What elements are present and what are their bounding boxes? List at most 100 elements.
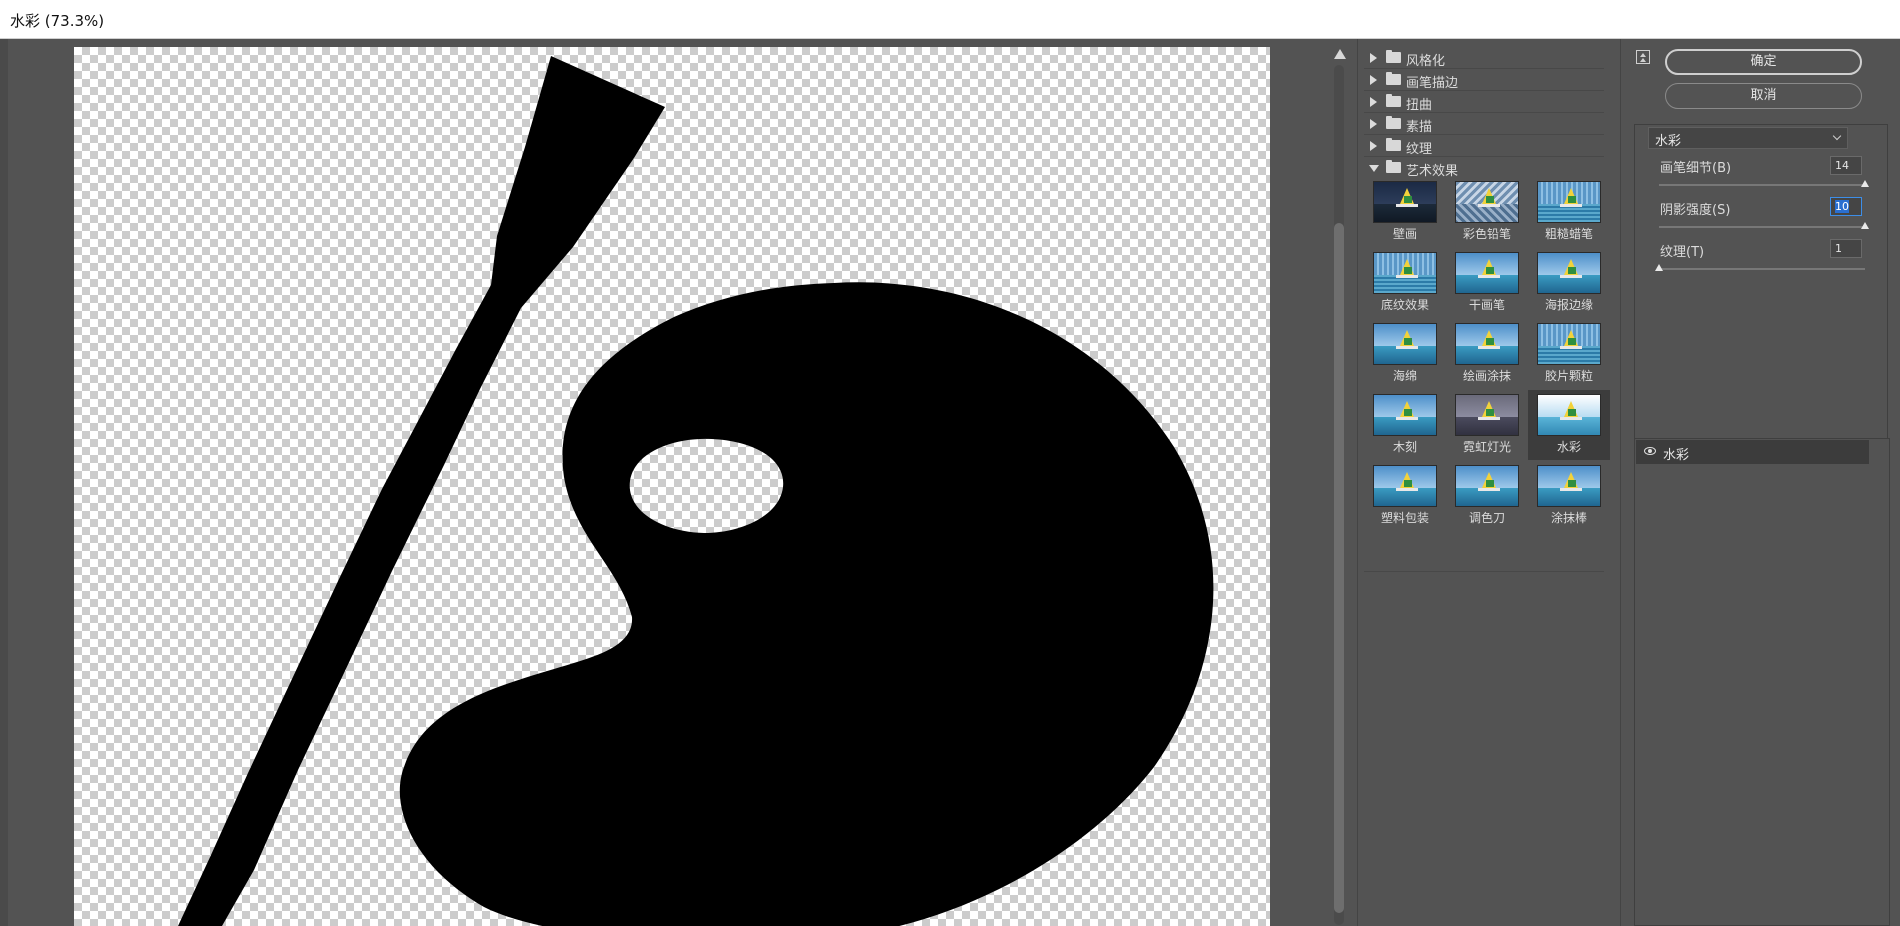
folder-icon (1386, 116, 1401, 129)
filter-preview-image (1373, 394, 1437, 436)
expand-arrow-icon (1370, 75, 1377, 85)
filter-thumb-rough-pastels[interactable]: 粗糙蜡笔 (1528, 177, 1610, 247)
folder-artistic[interactable]: 艺术效果 (1364, 157, 1604, 179)
filter-thumb-dry-brush[interactable]: 干画笔 (1446, 248, 1528, 318)
filter-label: 彩色铅笔 (1462, 227, 1511, 241)
expand-arrow-icon (1370, 141, 1377, 151)
folder-texture[interactable]: 纹理 (1364, 135, 1604, 157)
texture-input[interactable]: 1 (1830, 239, 1862, 258)
filter-label: 绘画涂抹 (1462, 369, 1511, 383)
folder-label: 扭曲 (1406, 98, 1433, 113)
filter-label: 壁画 (1392, 227, 1417, 241)
filter-preview-image (1455, 181, 1519, 223)
slider-knob[interactable] (1861, 222, 1869, 229)
filter-preview-image (1373, 323, 1437, 365)
filter-thumb-palette-knife[interactable]: 调色刀 (1446, 461, 1528, 531)
slider-knob[interactable] (1655, 264, 1663, 271)
filter-label: 木刻 (1392, 440, 1417, 454)
filter-preview-image (1373, 465, 1437, 507)
folder-icon (1386, 50, 1401, 63)
filter-preview-image (1537, 465, 1601, 507)
filter-thumb-cutout[interactable]: 木刻 (1364, 390, 1446, 460)
filter-label: 胶片颗粒 (1544, 369, 1593, 383)
palette-shape (399, 282, 1214, 926)
filter-label: 海绵 (1392, 369, 1417, 383)
folder-icon (1386, 72, 1401, 85)
expand-arrow-icon (1370, 53, 1377, 63)
filter-thumb-neon-glow[interactable]: 霓虹灯光 (1446, 390, 1528, 460)
filter-preview-image (1455, 394, 1519, 436)
artistic-filter-thumbnails: 壁画 彩色铅笔 粗糙蜡笔 底纹效果 干画笔 海报边缘 海绵 绘画涂抹 胶片颗粒 … (1364, 177, 1610, 572)
shadow-intensity-label: 阴影强度(S) (1660, 203, 1731, 218)
effect-layer-row[interactable]: 水彩 (1636, 440, 1869, 464)
filter-preview-image (1373, 252, 1437, 294)
collapse-arrow-icon (1369, 165, 1379, 172)
filter-label: 水彩 (1556, 440, 1581, 454)
effect-layer-label: 水彩 (1663, 448, 1690, 463)
ok-button[interactable]: 确定 (1665, 49, 1862, 75)
filter-preview-image (1373, 181, 1437, 223)
expand-arrow-icon (1370, 97, 1377, 107)
folder-label: 纹理 (1406, 142, 1433, 157)
filter-thumb-underpainting[interactable]: 底纹效果 (1364, 248, 1446, 318)
filter-select[interactable]: 水彩 (1648, 127, 1848, 149)
folder-icon (1386, 94, 1401, 107)
settings-panel: 确定 取消 水彩 画笔细节(B) 14 阴影强度(S) 10 纹理(T) 1 水… (1620, 39, 1900, 926)
palette-artwork (178, 56, 1214, 926)
filter-select-value: 水彩 (1655, 134, 1682, 149)
effect-layers-panel: 水彩 (1634, 438, 1890, 926)
folder-sketch[interactable]: 素描 (1364, 113, 1604, 135)
filter-thumb-film-grain[interactable]: 胶片颗粒 (1528, 319, 1610, 389)
filter-thumb-sponge[interactable]: 海绵 (1364, 319, 1446, 389)
folder-label: 画笔描边 (1406, 76, 1459, 91)
shadow-intensity-slider[interactable] (1659, 222, 1869, 229)
filter-label: 霓虹灯光 (1462, 440, 1511, 454)
folder-distort[interactable]: 扭曲 (1364, 91, 1604, 113)
slider-knob[interactable] (1861, 180, 1869, 187)
filter-thumb-plastic-wrap[interactable]: 塑料包装 (1364, 461, 1446, 531)
filter-thumb-colored-pencil[interactable]: 彩色铅笔 (1446, 177, 1528, 247)
folder-label: 风格化 (1406, 54, 1446, 69)
filter-preview-image (1537, 394, 1601, 436)
filter-thumb-paint-daubs[interactable]: 绘画涂抹 (1446, 319, 1528, 389)
preview-left-strip (0, 39, 8, 926)
filter-preview-image (1455, 252, 1519, 294)
brush-detail-slider[interactable] (1659, 180, 1869, 187)
scroll-up-arrow-icon[interactable] (1334, 49, 1346, 59)
folder-label: 素描 (1406, 120, 1433, 135)
filter-label: 塑料包装 (1380, 511, 1429, 525)
folder-stylize[interactable]: 风格化 (1364, 47, 1604, 69)
filter-label: 粗糙蜡笔 (1544, 227, 1593, 241)
filter-gallery: 风格化 画笔描边 扭曲 素描 纹理 艺术效果 壁画 彩色铅笔 粗糙蜡笔 底纹效果… (1357, 39, 1620, 926)
filter-preview-image (1455, 465, 1519, 507)
folder-icon (1386, 138, 1401, 151)
filter-thumb-poster-edges[interactable]: 海报边缘 (1528, 248, 1610, 318)
texture-slider[interactable] (1655, 264, 1865, 271)
cancel-button[interactable]: 取消 (1665, 83, 1862, 109)
preview-panel[interactable] (0, 39, 1357, 926)
filter-thumb-smudge-stick[interactable]: 涂抹棒 (1528, 461, 1610, 531)
filter-thumb-watercolor[interactable]: 水彩 (1528, 390, 1610, 460)
filter-preview-image (1455, 323, 1519, 365)
filter-thumb-fresco[interactable]: 壁画 (1364, 177, 1446, 247)
preview-canvas[interactable] (74, 47, 1270, 926)
collapse-gallery-icon[interactable] (1636, 50, 1650, 64)
brush-detail-label: 画笔细节(B) (1660, 161, 1732, 176)
shadow-intensity-input[interactable]: 10 (1830, 197, 1862, 216)
scrollbar-thumb[interactable] (1334, 223, 1344, 913)
window-title: 水彩 (73.3%) (10, 12, 105, 30)
brush-detail-value: 14 (1835, 159, 1849, 172)
filter-label: 干画笔 (1468, 298, 1505, 312)
texture-value: 1 (1835, 242, 1842, 255)
texture-label: 纹理(T) (1660, 245, 1705, 260)
shadow-intensity-value: 10 (1835, 200, 1849, 213)
eye-visibility-icon[interactable] (1644, 447, 1656, 455)
chevron-down-icon (1832, 131, 1842, 141)
filter-label: 底纹效果 (1380, 298, 1429, 312)
filter-label: 海报边缘 (1544, 298, 1593, 312)
expand-arrow-icon (1370, 119, 1377, 129)
folder-open-icon (1386, 160, 1401, 173)
brush-detail-input[interactable]: 14 (1830, 156, 1862, 175)
folder-brush-strokes[interactable]: 画笔描边 (1364, 69, 1604, 91)
preview-vertical-scrollbar[interactable] (1331, 47, 1347, 926)
